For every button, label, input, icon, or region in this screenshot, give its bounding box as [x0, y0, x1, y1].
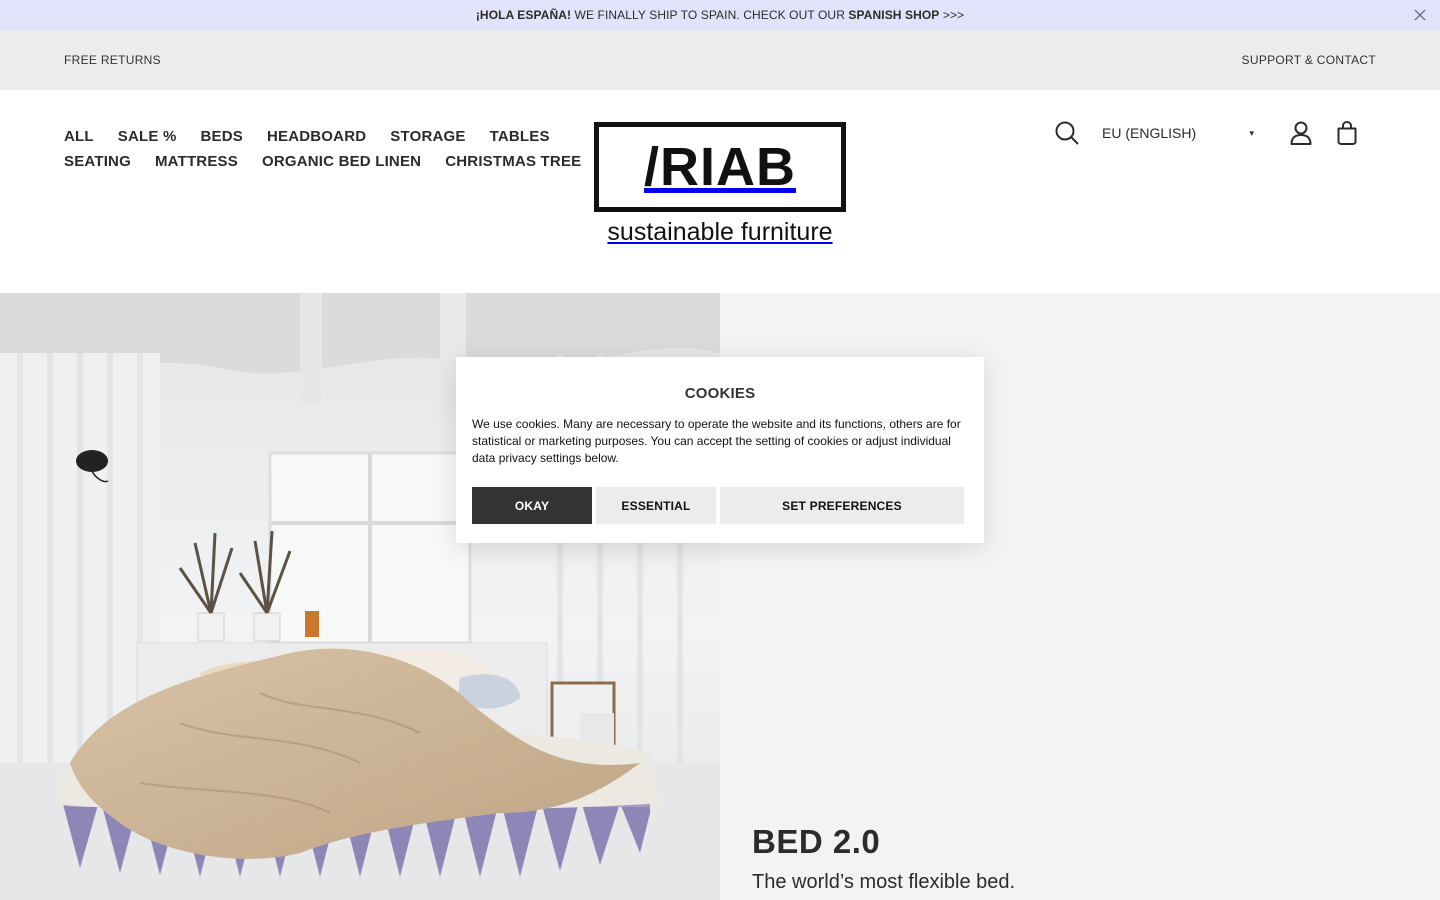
nav-item-organic-bed-linen[interactable]: ORGANIC BED LINEN	[262, 153, 421, 170]
announcement-bar[interactable]: ¡HOLA ESPAÑA! WE FINALLY SHIP TO SPAIN. …	[0, 0, 1440, 30]
header-tools: EU (ENGLISH) ▾	[1054, 118, 1360, 148]
nav-item-all[interactable]: ALL	[64, 128, 94, 145]
shopping-bag-icon[interactable]	[1334, 120, 1360, 146]
announcement-lead: ¡HOLA ESPAÑA!	[475, 8, 572, 22]
okay-button[interactable]: OKAY	[472, 487, 592, 524]
nav-row-1: ALL SALE % BEDS HEADBOARD STORAGE TABLES	[64, 124, 584, 149]
site-header: ALL SALE % BEDS HEADBOARD STORAGE TABLES…	[0, 90, 1440, 293]
nav-item-mattress[interactable]: MATTRESS	[155, 153, 238, 170]
support-contact-link[interactable]: SUPPORT & CONTACT	[1242, 53, 1376, 67]
logo-mark-box: /RIAB	[594, 122, 846, 212]
chevron-down-icon: ▾	[1249, 127, 1254, 138]
cookie-body: We use cookies. Many are necessary to op…	[472, 417, 961, 465]
logo-tagline: sustainable furniture	[607, 218, 833, 246]
nav-item-headboard[interactable]: HEADBOARD	[267, 128, 366, 145]
announcement-middle: WE FINALLY SHIP TO SPAIN. CHECK OUT OUR	[571, 8, 849, 22]
utility-bar: FREE RETURNS SUPPORT & CONTACT	[0, 30, 1440, 90]
search-icon[interactable]	[1054, 120, 1080, 146]
account-icon[interactable]	[1288, 120, 1314, 146]
nav-item-tables[interactable]: TABLES	[490, 128, 550, 145]
cookie-buttons: OKAY ESSENTIAL SET PREFERENCES	[472, 487, 968, 524]
nav-item-storage[interactable]: STORAGE	[390, 128, 465, 145]
nav-row-2: SEATING MATTRESS ORGANIC BED LINEN CHRIS…	[64, 149, 584, 174]
locale-selector[interactable]: EU (ENGLISH) ▾	[1102, 125, 1254, 141]
essential-button[interactable]: ESSENTIAL	[596, 487, 716, 524]
logo-mark: /RIAB	[644, 137, 796, 197]
cookie-dialog: COOKIES We use cookies. Many are necessa…	[456, 357, 984, 543]
hero-subtitle: The world’s most flexible bed.	[752, 871, 1016, 893]
free-returns-link[interactable]: FREE RETURNS	[64, 53, 161, 67]
spanish-shop-link[interactable]: SPANISH SHOP	[848, 8, 939, 22]
nav-item-sale[interactable]: SALE %	[118, 128, 177, 145]
close-icon[interactable]	[1412, 7, 1428, 23]
site-logo[interactable]: /RIAB sustainable furniture	[594, 122, 846, 247]
nav-item-beds[interactable]: BEDS	[200, 128, 242, 145]
main-nav: ALL SALE % BEDS HEADBOARD STORAGE TABLES…	[64, 124, 584, 174]
cookie-title: COOKIES	[684, 385, 756, 402]
nav-item-seating[interactable]: SEATING	[64, 153, 131, 170]
locale-label: EU (ENGLISH)	[1102, 125, 1197, 141]
announcement-text: ¡HOLA ESPAÑA! WE FINALLY SHIP TO SPAIN. …	[476, 8, 964, 22]
nav-item-christmas-tree[interactable]: CHRISTMAS TREE	[445, 153, 581, 170]
set-preferences-button[interactable]: SET PREFERENCES	[720, 487, 964, 524]
announcement-tail: >>>	[939, 8, 965, 22]
hero-title: BED 2.0	[752, 823, 881, 860]
